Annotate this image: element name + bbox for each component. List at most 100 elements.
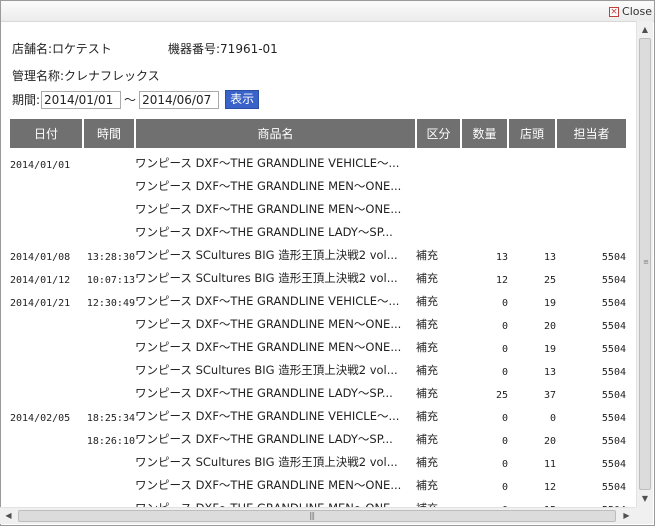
col-header-product[interactable]: 商品名 xyxy=(135,119,417,148)
row-quantity xyxy=(461,217,508,240)
row-product-name: ワンピース SCultures BIG 造形王頂上決戦2 vol... xyxy=(135,455,398,469)
row-staff: 5504 xyxy=(601,298,626,309)
table-row: 2014/01/12 10:07:13 ワンピース SCultures BIG 造形… xyxy=(10,263,626,286)
row-quantity: 12 xyxy=(495,275,508,286)
row-product-name: ワンピース SCultures BIG 造形王頂上決戦2 vol... xyxy=(135,363,398,377)
row-date xyxy=(10,309,83,332)
scroll-up-icon[interactable]: ▲ xyxy=(637,21,653,38)
row-type xyxy=(416,194,461,217)
table-row: ワンピース DXF〜THE GRANDLINE MEN〜ONE...補充0155… xyxy=(10,493,626,507)
row-type: 補充 xyxy=(416,387,438,400)
row-date: 2014/01/12 xyxy=(10,275,71,286)
date-to-input[interactable] xyxy=(139,90,220,109)
close-icon[interactable]: × xyxy=(609,6,620,17)
row-product-name: ワンピース DXF〜THE GRANDLINE LADY〜SP... xyxy=(135,386,393,400)
table-header-row: 日付 時間 商品名 区分 数量 店頭 担当者 xyxy=(10,119,626,148)
row-quantity: 0 xyxy=(501,459,508,470)
row-storefront: 13 xyxy=(543,367,556,378)
row-storefront: 20 xyxy=(543,321,556,332)
row-date xyxy=(10,447,83,470)
row-time xyxy=(83,217,135,240)
row-date xyxy=(10,217,83,240)
row-staff: 5504 xyxy=(601,413,626,424)
row-product-name: ワンピース DXF〜THE GRANDLINE VEHICLE〜... xyxy=(135,156,400,170)
row-type: 補充 xyxy=(416,249,438,262)
horizontal-scroll-thumb[interactable]: ||| xyxy=(18,510,616,522)
grip-icon: ||| xyxy=(309,511,315,520)
row-staff xyxy=(556,148,626,171)
row-quantity: 0 xyxy=(501,367,508,378)
row-quantity: 0 xyxy=(501,321,508,332)
col-header-staff[interactable]: 担当者 xyxy=(556,119,626,148)
col-header-date[interactable]: 日付 xyxy=(10,119,84,148)
row-staff: 5504 xyxy=(601,252,626,263)
row-staff xyxy=(556,194,626,217)
row-time: 13:28:30 xyxy=(86,252,135,263)
row-staff: 5504 xyxy=(601,321,626,332)
row-time xyxy=(83,378,135,401)
table-row: ワンピース DXF〜THE GRANDLINE MEN〜ONE... xyxy=(10,171,626,194)
row-product-name: ワンピース DXF〜THE GRANDLINE MEN〜ONE... xyxy=(135,340,402,354)
row-quantity: 0 xyxy=(461,493,508,507)
machine-number: 機器番号:71961-01 xyxy=(168,42,278,56)
row-product-name: ワンピース DXF〜THE GRANDLINE MEN〜ONE... xyxy=(135,478,402,492)
row-quantity: 0 xyxy=(501,436,508,447)
row-type: 補充 xyxy=(416,433,438,446)
row-type: 補充 xyxy=(416,272,438,285)
vertical-scrollbar[interactable]: ▲ ≡ ▼ xyxy=(636,21,653,507)
row-staff: 5504 xyxy=(601,390,626,401)
col-header-quantity[interactable]: 数量 xyxy=(461,119,509,148)
row-product-name: ワンピース DXF〜THE GRANDLINE VEHICLE〜... xyxy=(135,294,400,308)
row-staff: 5504 xyxy=(601,459,626,470)
vertical-scroll-thumb[interactable]: ≡ xyxy=(639,38,651,490)
table-row: ワンピース SCultures BIG 造形王頂上決戦2 vol... 補充 0 11… xyxy=(10,447,626,470)
row-storefront: 0 xyxy=(549,413,556,424)
row-date xyxy=(10,194,83,217)
row-time: 12:30:49 xyxy=(86,298,135,309)
row-quantity xyxy=(461,148,508,171)
row-type: 補充 xyxy=(416,318,438,331)
row-date: 2014/01/08 xyxy=(10,252,71,263)
table-row: ワンピース DXF〜THE GRANDLINE LADY〜SP... 補充 25 37… xyxy=(10,378,626,401)
grip-icon: ≡ xyxy=(643,258,649,266)
show-button[interactable]: 表示 xyxy=(225,90,260,109)
row-quantity: 13 xyxy=(495,252,508,263)
row-storefront: 25 xyxy=(543,275,556,286)
close-label[interactable]: Close xyxy=(622,5,652,18)
scroll-right-icon[interactable]: ▶ xyxy=(618,508,635,524)
table-row: ワンピース DXF〜THE GRANDLINE MEN〜ONE... xyxy=(10,194,626,217)
row-date xyxy=(10,378,83,401)
row-storefront xyxy=(508,148,556,171)
row-product-name: ワンピース DXF〜THE GRANDLINE LADY〜SP... xyxy=(135,432,393,446)
row-time xyxy=(83,171,135,194)
row-staff: 5504 xyxy=(601,275,626,286)
row-staff xyxy=(556,171,626,194)
row-date xyxy=(10,424,83,447)
scrollbar-corner xyxy=(636,507,653,524)
row-product-name: ワンピース DXF〜THE GRANDLINE MEN〜ONE... xyxy=(135,317,402,331)
table-row: 18:26:10 ワンピース DXF〜THE GRANDLINE LADY〜SP.… xyxy=(10,424,626,447)
row-time: 18:26:10 xyxy=(86,436,135,447)
row-date xyxy=(10,171,83,194)
row-storefront: 11 xyxy=(543,459,556,470)
date-from-input[interactable] xyxy=(41,90,122,109)
horizontal-scrollbar[interactable]: ◀ ||| ▶ xyxy=(0,507,636,524)
row-quantity: 0 xyxy=(501,344,508,355)
row-time xyxy=(83,447,135,470)
scroll-left-icon[interactable]: ◀ xyxy=(0,508,17,524)
col-header-time[interactable]: 時間 xyxy=(83,119,136,148)
table-row: ワンピース SCultures BIG 造形王頂上決戦2 vol... 補充 0 13… xyxy=(10,355,626,378)
table-row: ワンピース DXF〜THE GRANDLINE MEN〜ONE... 補充 0 19 5… xyxy=(10,332,626,355)
row-date: 2014/01/21 xyxy=(10,298,71,309)
row-time xyxy=(83,355,135,378)
col-header-storefront[interactable]: 店頭 xyxy=(508,119,557,148)
close-button[interactable]: × Close xyxy=(609,4,652,19)
scroll-down-icon[interactable]: ▼ xyxy=(637,490,653,507)
col-header-type[interactable]: 区分 xyxy=(416,119,462,148)
row-type xyxy=(416,171,461,194)
row-quantity: 25 xyxy=(495,390,508,401)
title-bar: × Close xyxy=(1,1,654,22)
store-name: 店舗名:ロケテスト xyxy=(12,42,112,56)
row-time xyxy=(83,309,135,332)
row-staff: 5504 xyxy=(601,367,626,378)
